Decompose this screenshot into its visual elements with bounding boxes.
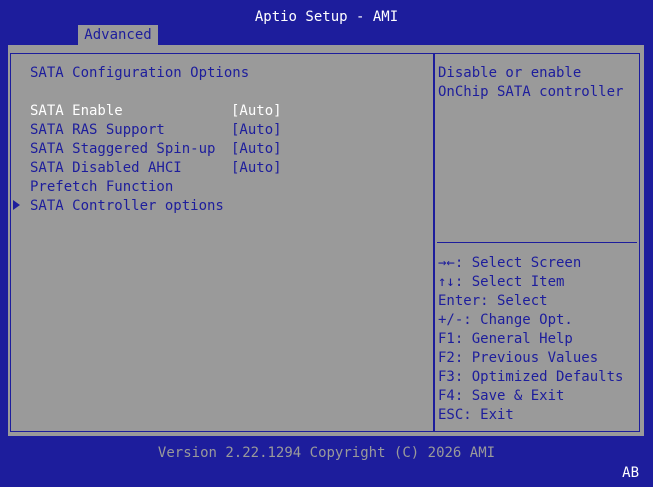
setting-value-sata-ras-support[interactable]: [Auto] [231,121,282,140]
setting-label-sata-ras-support: SATA RAS Support [30,122,165,138]
tab-advanced[interactable]: Advanced [78,25,158,45]
setting-value-sata-staggered-spin-up[interactable]: [Auto] [231,140,282,159]
prefetch-function-label[interactable]: Prefetch Function [30,178,173,197]
key-help-general-help: F1: General Help [438,331,573,347]
bios-screen: Aptio Setup - AMI Advanced SATA Configur… [0,0,653,487]
setting-value-sata-enable[interactable]: [Auto] [231,102,282,121]
key-help-previous-values: F2: Previous Values [438,350,599,366]
setting-label-sata-enable: SATA Enable [30,103,123,119]
setting-label-sata-staggered-spin-up: SATA Staggered Spin-up [30,141,216,157]
triangle-right-icon [13,200,20,210]
key-help-optimized-defaults: F3: Optimized Defaults [438,369,624,385]
key-help-change-opt: +/-: Change Opt. [438,312,573,328]
version-footer: Version 2.22.1294 Copyright (C) 2026 AMI [157,445,496,461]
app-title: Aptio Setup - AMI [254,9,399,25]
setting-value-sata-disabled-ahci[interactable]: [Auto] [231,159,282,178]
key-help-save-exit: F4: Save & Exit [438,388,565,404]
sata-controller-options-link[interactable]: SATA Controller options [30,197,224,216]
main-panel: SATA Configuration Options SATA Enable [… [8,45,644,436]
help-description-line2: OnChip SATA controller [438,84,624,100]
help-description-line1: Disable or enable [438,65,582,81]
key-help-esc-exit: ESC: Exit [438,407,514,423]
help-divider [433,53,435,432]
key-help-select-screen: →←: Select Screen [438,255,582,271]
setting-label-sata-disabled-ahci: SATA Disabled AHCI [30,160,182,176]
key-help-select-item: ↑↓: Select Item [438,274,565,290]
corner-code: AB [622,465,639,481]
help-separator [437,242,637,243]
key-help-enter-select: Enter: Select [438,293,548,309]
section-title: SATA Configuration Options [30,65,250,81]
